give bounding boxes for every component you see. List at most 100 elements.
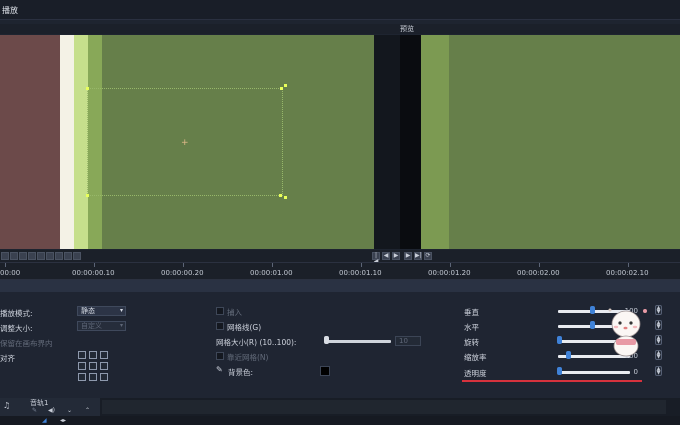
- grid-size-slider[interactable]: [326, 340, 391, 343]
- arrow-icon[interactable]: ◂▸: [60, 417, 66, 424]
- horizontal-slider-thumb[interactable]: [590, 321, 595, 329]
- align-middle-left-button[interactable]: [78, 362, 86, 370]
- tool-icon[interactable]: [55, 252, 63, 260]
- keep-in-bounds-label: 保留在画布界内: [0, 339, 53, 348]
- align-middle-right-button[interactable]: [100, 362, 108, 370]
- ruler-label: 00:00:02.00: [517, 269, 560, 277]
- preview-strip-light: [74, 35, 88, 249]
- tool-icon[interactable]: [19, 252, 27, 260]
- red-underline-annotation: [462, 380, 642, 382]
- gridlines-label: 网格线(G): [227, 323, 262, 332]
- edit-icon[interactable]: ✎: [32, 407, 37, 414]
- ruler-tick: [361, 263, 362, 267]
- music-note-icon: ♫: [3, 401, 11, 410]
- rotate-spinner[interactable]: ▲ ▼: [655, 335, 662, 345]
- tool-icon[interactable]: [64, 252, 72, 260]
- preview-right-area: [449, 35, 680, 249]
- align-bottom-left-button[interactable]: [78, 373, 86, 381]
- ruler-label: 00:00:00.20: [161, 269, 204, 277]
- grid-size-slider-thumb[interactable]: [324, 336, 329, 344]
- sticker-image: [608, 308, 647, 357]
- handle-top-right[interactable]: [280, 87, 283, 90]
- go-to-end-icon[interactable]: ▶|: [414, 252, 422, 260]
- display-mode-value: 静态: [81, 307, 95, 315]
- align-bottom-center-button[interactable]: [89, 373, 97, 381]
- track-lane[interactable]: [102, 400, 666, 414]
- align-bottom-right-button[interactable]: [100, 373, 108, 381]
- go-to-start-icon[interactable]: |◀: [372, 252, 380, 265]
- preview-right-strip: [421, 35, 449, 249]
- tool-icon[interactable]: [28, 252, 36, 260]
- handle-top-left[interactable]: [86, 87, 89, 90]
- speaker-icon[interactable]: ◀): [48, 407, 55, 414]
- preview-canvas[interactable]: +: [0, 35, 680, 249]
- align-top-left-button[interactable]: [78, 351, 86, 359]
- loop-icon[interactable]: ⟳: [424, 252, 432, 260]
- rotate-label: 旋转: [464, 338, 479, 347]
- align-top-right-button[interactable]: [100, 351, 108, 359]
- ruler-tick: [450, 263, 451, 267]
- opacity-spinner[interactable]: ▲ ▼: [655, 366, 662, 376]
- tool-icon[interactable]: [73, 252, 81, 260]
- preview-gap-dark: [400, 35, 421, 249]
- vertical-slider-thumb[interactable]: [590, 306, 595, 314]
- resize-select[interactable]: 自定义 ▾: [77, 321, 126, 331]
- chevron-down-icon: ▾: [119, 307, 123, 314]
- chevron-up-icon[interactable]: ⌃: [85, 407, 90, 414]
- ruler-label: 00:00:01.00: [250, 269, 293, 277]
- zoom-spinner[interactable]: ▲ ▼: [655, 350, 662, 360]
- ruler-tick: [272, 263, 273, 267]
- bg-color-swatch[interactable]: [320, 366, 330, 376]
- preview-gap: [374, 35, 400, 249]
- chevron-down-icon: ▾: [119, 322, 123, 329]
- align-top-center-button[interactable]: [89, 351, 97, 359]
- horizontal-spinner[interactable]: ▲ ▼: [655, 320, 662, 330]
- handle-bottom-right-outer[interactable]: [284, 196, 287, 199]
- opacity-label: 透明度: [464, 369, 487, 378]
- preview-label: 预览: [400, 25, 414, 33]
- panel-divider[interactable]: [0, 280, 680, 292]
- ruler-tick: [5, 263, 6, 267]
- ruler-tick: [94, 263, 95, 267]
- rotate-slider-thumb[interactable]: [557, 336, 562, 344]
- preview-clip-left: [0, 35, 60, 249]
- resize-label: 调整大小:: [0, 324, 33, 333]
- gridlines-checkbox[interactable]: [216, 322, 224, 330]
- tool-icon[interactable]: [37, 252, 45, 260]
- snap-label: 捕入: [227, 308, 242, 317]
- vertical-spinner[interactable]: ▲ ▼: [655, 305, 662, 315]
- grid-size-label: 网格大小(R) (10..100):: [216, 338, 297, 347]
- handle-bottom-right[interactable]: [279, 194, 282, 197]
- center-crosshair-icon[interactable]: +: [181, 138, 189, 148]
- step-back-icon[interactable]: ◀: [382, 252, 390, 260]
- preview-header: 预览: [0, 24, 680, 34]
- handle-bottom-left[interactable]: [86, 194, 89, 197]
- ruler-tick: [539, 263, 540, 267]
- handle-top-right-outer[interactable]: [284, 84, 287, 87]
- vertical-label: 垂直: [464, 308, 479, 317]
- step-forward-icon[interactable]: ▶: [404, 252, 412, 260]
- tool-icon[interactable]: [46, 252, 54, 260]
- chevron-down-icon[interactable]: ⌄: [67, 407, 72, 414]
- audio-track: ♫ 音轨1 ✎ ◀) ⌄ ⌃: [0, 398, 680, 416]
- ruler-label: 00:00:02.10: [606, 269, 649, 277]
- grid-size-input[interactable]: 10: [395, 336, 421, 346]
- display-mode-select[interactable]: 静态 ▾: [77, 306, 126, 316]
- tool-icon[interactable]: [10, 252, 18, 260]
- title-bar: 播放: [0, 0, 680, 20]
- tool-icon[interactable]: [1, 252, 9, 260]
- align-center-button[interactable]: [89, 362, 97, 370]
- track-header: ♫ 音轨1 ✎ ◀) ⌄ ⌃: [0, 398, 100, 416]
- zoom-icon[interactable]: ◢: [42, 417, 47, 424]
- play-icon[interactable]: ▶: [392, 252, 400, 260]
- near-grid-label: 靠近网格(N): [227, 353, 269, 362]
- opacity-slider-thumb[interactable]: [557, 367, 562, 375]
- near-grid-checkbox[interactable]: [216, 352, 224, 360]
- eyedropper-icon[interactable]: ✎: [216, 365, 223, 374]
- snap-checkbox[interactable]: [216, 307, 224, 315]
- ruler-label: 00:00:00.10: [72, 269, 115, 277]
- align-label: 对齐: [0, 354, 15, 363]
- timeline-ruler[interactable]: 00:00 00:00:00.10 00:00:00.20 00:00:01.0…: [0, 262, 680, 280]
- zoom-label: 缩放率: [464, 353, 487, 362]
- zoom-slider-thumb[interactable]: [566, 351, 571, 359]
